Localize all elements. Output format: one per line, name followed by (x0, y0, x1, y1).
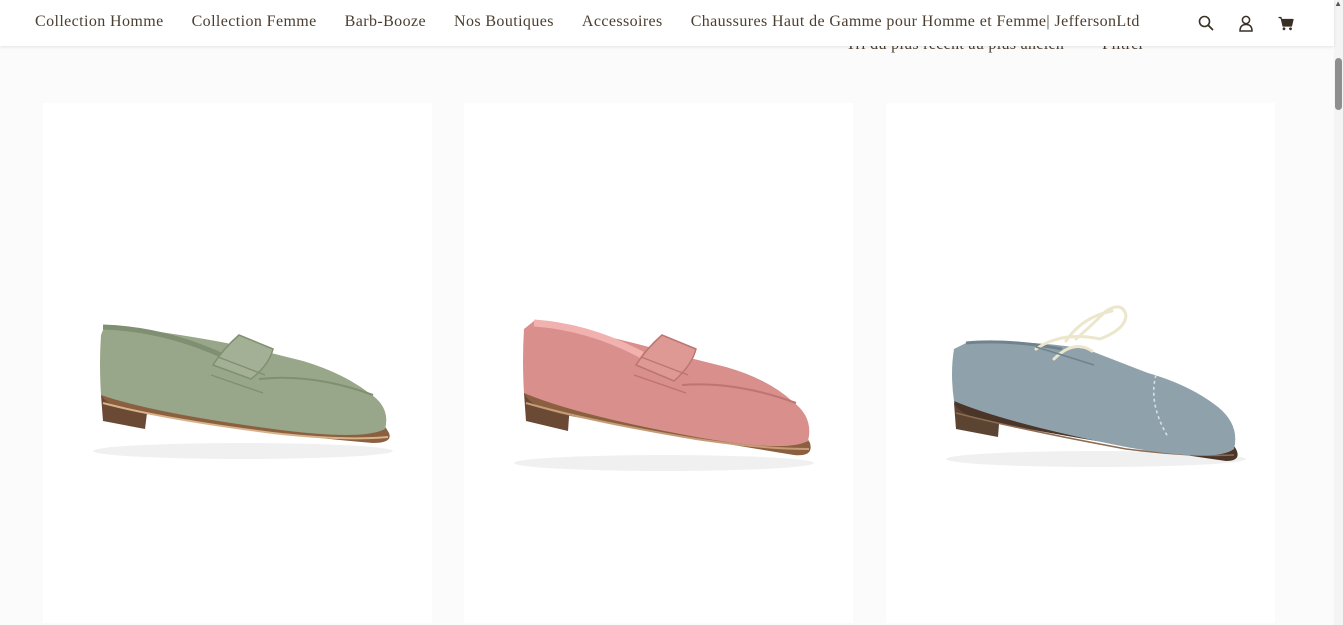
pink-suede-penny-loafer-image (514, 319, 814, 471)
scrollbar-thumb[interactable] (1335, 58, 1342, 110)
nav-nos-boutiques[interactable]: Nos Boutiques (454, 11, 554, 33)
nav-collection-femme[interactable]: Collection Femme (192, 11, 317, 33)
header-icons (1195, 12, 1297, 34)
blue-grey-suede-oxford-image (946, 305, 1246, 467)
product-card[interactable] (43, 103, 432, 623)
product-card[interactable] (464, 103, 853, 623)
product-card[interactable] (886, 103, 1275, 623)
scroll-up-arrow-icon[interactable]: ▲ (1334, 0, 1342, 8)
scrollbar[interactable]: ▲ (1334, 0, 1343, 625)
green-suede-penny-loafer-image (93, 324, 393, 459)
nav-home-link[interactable]: Chaussures Haut de Gamme pour Homme et F… (691, 11, 1140, 33)
nav-accessoires[interactable]: Accessoires (582, 11, 663, 33)
header-bar: Collection Homme Collection Femme Barb-B… (0, 0, 1334, 46)
nav-barb-booze[interactable]: Barb-Booze (345, 11, 426, 33)
main-nav: Collection Homme Collection Femme Barb-B… (35, 11, 1140, 33)
nav-collection-homme[interactable]: Collection Homme (35, 11, 164, 33)
search-icon[interactable] (1195, 12, 1217, 34)
cart-icon[interactable] (1275, 12, 1297, 34)
account-icon[interactable] (1235, 12, 1257, 34)
